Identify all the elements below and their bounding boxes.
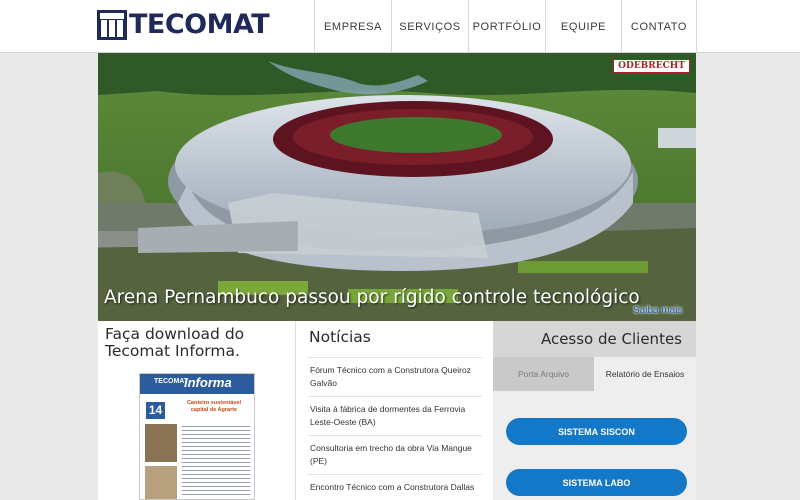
download-title: Faça download do Tecomat Informa. — [105, 325, 245, 360]
nav-item-servicos[interactable]: SERVIÇOS — [391, 0, 468, 53]
hero-banner[interactable]: ODEBRECHT Arena Pernambuco passou por rí… — [98, 53, 696, 321]
stadium-photo — [98, 53, 696, 321]
news-item[interactable]: Visita à fábrica de dormentes da Ferrovi… — [308, 397, 482, 436]
magazine-name: Informa — [184, 375, 232, 390]
news-item[interactable]: Consultoria em trecho da obra Via Mangue… — [308, 436, 482, 475]
news-panel: Notícias Fórum Técnico com a Construtora… — [295, 321, 493, 500]
client-access-panel: Acesso de Clientes Porta Arquivo Relatór… — [493, 321, 696, 500]
sistema-siscon-button[interactable]: SISTEMA SISCON — [506, 418, 687, 445]
magazine-cover[interactable]: TECOMAT Informa 14 Canteiro sustentável … — [139, 373, 255, 500]
odebrecht-logo: ODEBRECHT — [613, 59, 690, 73]
nav-item-contato[interactable]: CONTATO — [621, 0, 697, 53]
client-access-header: Acesso de Clientes — [493, 321, 696, 357]
magazine-photo — [145, 466, 177, 499]
saiba-mais-link[interactable]: Saiba mais — [633, 305, 682, 316]
news-item[interactable]: Fórum Técnico com a Construtora Queiroz … — [308, 357, 482, 397]
client-access-title: Acesso de Clientes — [540, 330, 682, 348]
magazine-body-text — [182, 426, 250, 498]
download-panel: Faça download do Tecomat Informa. TECOMA… — [98, 321, 295, 500]
tab-porta-arquivo[interactable]: Porta Arquivo — [493, 357, 594, 391]
tecomat-logo-icon — [97, 10, 127, 40]
nav-item-empresa[interactable]: EMPRESA — [314, 0, 391, 53]
magazine-headline: Canteiro sustentável capital de Agrarte — [186, 400, 242, 413]
magazine-brand: TECOMAT — [154, 378, 189, 385]
hero-title[interactable]: Arena Pernambuco passou por rígido contr… — [104, 287, 640, 308]
brand-name: TECOMAT — [129, 9, 270, 40]
nav-item-portfolio[interactable]: PORTFÓLIO — [468, 0, 545, 53]
main-nav: EMPRESA SERVIÇOS PORTFÓLIO EQUIPE CONTAT… — [314, 0, 697, 53]
magazine-issue-number: 14 — [146, 402, 165, 419]
tecomat-logo[interactable]: TECOMAT — [97, 9, 270, 40]
news-item[interactable]: Encontro Técnico com a Construtora Dalla… — [308, 475, 482, 500]
nav-item-equipe[interactable]: EQUIPE — [545, 0, 621, 53]
magazine-header: TECOMAT Informa — [140, 374, 254, 394]
news-title: Notícias — [309, 328, 371, 346]
magazine-photo — [145, 424, 177, 462]
site-header: TECOMAT EMPRESA SERVIÇOS PORTFÓLIO EQUIP… — [0, 0, 800, 53]
news-list: Fórum Técnico com a Construtora Queiroz … — [308, 357, 482, 500]
sistema-labo-button[interactable]: SISTEMA LABO — [506, 469, 687, 496]
tab-relatorio-ensaios[interactable]: Relatório de Ensaios — [594, 357, 696, 391]
